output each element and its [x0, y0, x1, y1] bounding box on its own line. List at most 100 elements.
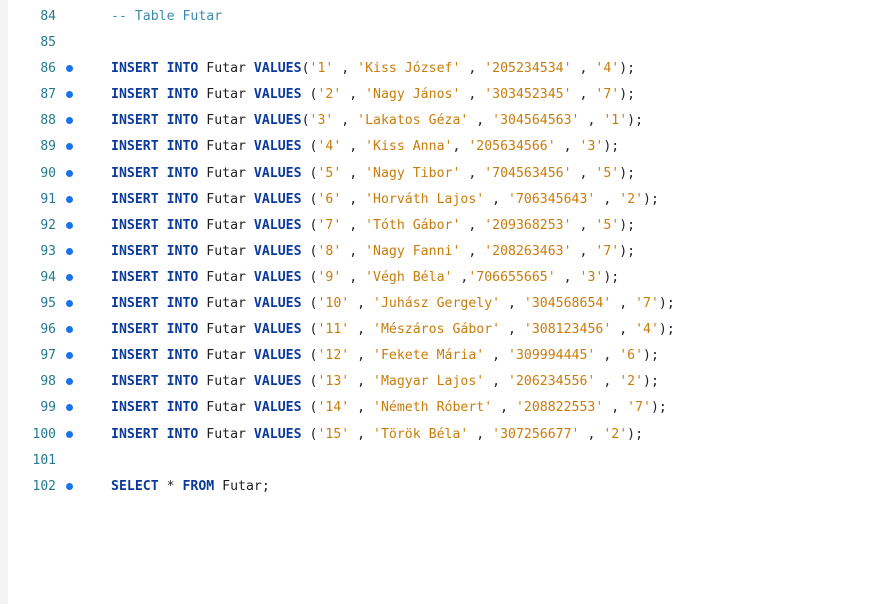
sql-punctuation: , — [460, 243, 485, 259]
code-text[interactable]: INSERT INTO Futar VALUES('3' , 'Lakatos … — [111, 113, 643, 129]
code-line[interactable]: 100 INSERT INTO Futar VALUES ('15' , 'Tör… — [0, 422, 888, 448]
sql-string: '307256677' — [492, 426, 580, 442]
sql-punctuation: , — [571, 61, 596, 77]
sql-identifier: Futar — [198, 165, 254, 181]
statement-marker-icon[interactable] — [66, 378, 73, 386]
statement-marker-icon[interactable] — [66, 482, 73, 490]
code-line[interactable]: 98 INSERT INTO Futar VALUES ('13' , 'Magy… — [0, 369, 888, 395]
sql-keyword: INSERT INTO — [111, 400, 199, 416]
code-text[interactable]: SELECT * FROM Futar; — [111, 479, 270, 495]
statement-marker-icon[interactable] — [66, 91, 73, 99]
statement-marker-icon[interactable] — [66, 352, 73, 360]
statement-marker-icon[interactable] — [66, 195, 73, 203]
sql-string: 'Nagy János' — [365, 87, 461, 103]
code-text[interactable]: INSERT INTO Futar VALUES ('4' , 'Kiss An… — [111, 139, 619, 155]
sql-string: '704563456' — [484, 165, 572, 181]
code-editor[interactable]: 84 -- Table Futar 85 86 INSERT INTO Futar VA… — [0, 0, 888, 604]
statement-marker-icon[interactable] — [66, 326, 73, 334]
sql-punctuation: , — [500, 322, 524, 338]
sql-string: '1' — [603, 113, 628, 129]
sql-string: '4' — [317, 139, 342, 155]
code-line[interactable]: 93 INSERT INTO Futar VALUES ('8' , 'Nagy … — [0, 239, 888, 265]
code-line[interactable]: 97 INSERT INTO Futar VALUES ('12' , 'Feke… — [0, 343, 888, 369]
code-line[interactable]: 84 -- Table Futar — [0, 4, 888, 30]
code-line[interactable]: 88 INSERT INTO Futar VALUES('3' , 'Lakato… — [0, 108, 888, 134]
sql-punctuation: , — [341, 217, 366, 233]
statement-marker-icon[interactable] — [66, 169, 73, 177]
sql-identifier: Futar — [198, 191, 254, 207]
sql-string: '8' — [317, 243, 342, 259]
code-text[interactable]: -- Table Futar — [111, 9, 222, 25]
code-line[interactable]: 85 — [0, 30, 888, 56]
code-line[interactable]: 96 INSERT INTO Futar VALUES ('11' , 'Mész… — [0, 317, 888, 343]
sql-punctuation: , — [452, 269, 469, 285]
code-area[interactable]: 84 -- Table Futar 85 86 INSERT INTO Futar VA… — [0, 4, 888, 500]
sql-keyword: VALUES — [253, 87, 302, 103]
sql-string: '7' — [595, 87, 620, 103]
code-line[interactable]: 99 INSERT INTO Futar VALUES ('14' , 'Néme… — [0, 395, 888, 421]
code-text[interactable]: INSERT INTO Futar VALUES ('5' , 'Nagy Ti… — [111, 166, 635, 182]
sql-string: 'Végh Béla' — [365, 269, 453, 285]
statement-marker-icon[interactable] — [66, 143, 73, 151]
sql-punctuation: , — [452, 139, 469, 155]
sql-punctuation: , — [349, 348, 374, 364]
statement-marker-icon[interactable] — [66, 65, 73, 73]
sql-string: 'Tóth Gábor' — [365, 217, 461, 233]
code-line[interactable]: 92 INSERT INTO Futar VALUES ('7' , 'Tóth … — [0, 213, 888, 239]
sql-string: '7' — [635, 296, 659, 312]
sql-punctuation: ( — [301, 165, 318, 181]
sql-identifier: Futar — [198, 348, 254, 364]
line-number: 95 — [40, 296, 56, 312]
code-text[interactable]: INSERT INTO Futar VALUES ('6' , 'Horváth… — [111, 192, 659, 208]
sql-string: 'Nagy Fanni' — [365, 243, 461, 259]
code-text[interactable]: INSERT INTO Futar VALUES ('9' , 'Végh Bé… — [111, 270, 619, 286]
code-text[interactable]: INSERT INTO Futar VALUES('1' , 'Kiss Józ… — [111, 61, 635, 77]
sql-keyword: FROM — [182, 478, 215, 494]
code-text[interactable]: INSERT INTO Futar VALUES ('11' , 'Mészár… — [111, 322, 675, 338]
sql-punctuation: ); — [619, 61, 636, 77]
code-text[interactable]: INSERT INTO Futar VALUES ('7' , 'Tóth Gá… — [111, 218, 635, 234]
sql-keyword: SELECT — [111, 478, 159, 494]
sql-keyword: VALUES — [253, 374, 302, 390]
code-line[interactable]: 91 INSERT INTO Futar VALUES ('6' , 'Horvá… — [0, 187, 888, 213]
statement-marker-icon[interactable] — [66, 117, 73, 125]
line-number: 92 — [40, 217, 56, 233]
sql-punctuation: ( — [301, 426, 318, 442]
sql-punctuation: ); — [643, 348, 659, 364]
code-line[interactable]: 90 INSERT INTO Futar VALUES ('5' , 'Nagy … — [0, 161, 888, 187]
statement-marker-icon[interactable] — [66, 247, 73, 255]
statement-marker-icon[interactable] — [66, 221, 73, 229]
sql-keyword: INSERT INTO — [111, 426, 199, 442]
code-line[interactable]: 102 SELECT * FROM Futar; — [0, 474, 888, 500]
code-line[interactable]: 95 INSERT INTO Futar VALUES ('10' , 'Juhá… — [0, 291, 888, 317]
sql-string: '208263463' — [484, 243, 572, 259]
code-text[interactable]: INSERT INTO Futar VALUES ('10' , 'Juhász… — [111, 296, 675, 312]
sql-identifier: Futar — [198, 426, 254, 442]
sql-string: '209368253' — [484, 217, 572, 233]
sql-keyword: VALUES — [253, 165, 302, 181]
sql-string: '2' — [317, 87, 342, 103]
statement-marker-icon[interactable] — [66, 404, 73, 412]
line-number: 93 — [40, 243, 56, 259]
code-line[interactable]: 87 INSERT INTO Futar VALUES ('2' , 'Nagy … — [0, 82, 888, 108]
sql-identifier: Futar — [198, 243, 254, 259]
sql-punctuation: , — [333, 113, 358, 129]
line-number: 87 — [40, 87, 56, 103]
code-text[interactable]: INSERT INTO Futar VALUES ('2' , 'Nagy Já… — [111, 87, 635, 103]
code-line[interactable]: 94 INSERT INTO Futar VALUES ('9' , 'Végh … — [0, 265, 888, 291]
sql-string: '309994445' — [508, 348, 596, 364]
code-line[interactable]: 101 — [0, 448, 888, 474]
code-text[interactable]: INSERT INTO Futar VALUES ('8' , 'Nagy Fa… — [111, 244, 635, 260]
sql-string: 'Kiss Anna' — [365, 139, 453, 155]
code-text[interactable]: INSERT INTO Futar VALUES ('12' , 'Fekete… — [111, 348, 659, 364]
code-line[interactable]: 86 INSERT INTO Futar VALUES('1' , 'Kiss J… — [0, 56, 888, 82]
code-text[interactable]: INSERT INTO Futar VALUES ('15' , 'Török … — [111, 427, 643, 443]
statement-marker-icon[interactable] — [66, 430, 73, 438]
code-text[interactable]: INSERT INTO Futar VALUES ('14' , 'Németh… — [111, 400, 667, 416]
sql-string: '5' — [595, 217, 620, 233]
sql-punctuation: , — [500, 296, 524, 312]
code-text[interactable]: INSERT INTO Futar VALUES ('13' , 'Magyar… — [111, 374, 659, 390]
code-line[interactable]: 89 INSERT INTO Futar VALUES ('4' , 'Kiss … — [0, 134, 888, 160]
statement-marker-icon[interactable] — [66, 300, 73, 308]
statement-marker-icon[interactable] — [66, 273, 73, 281]
